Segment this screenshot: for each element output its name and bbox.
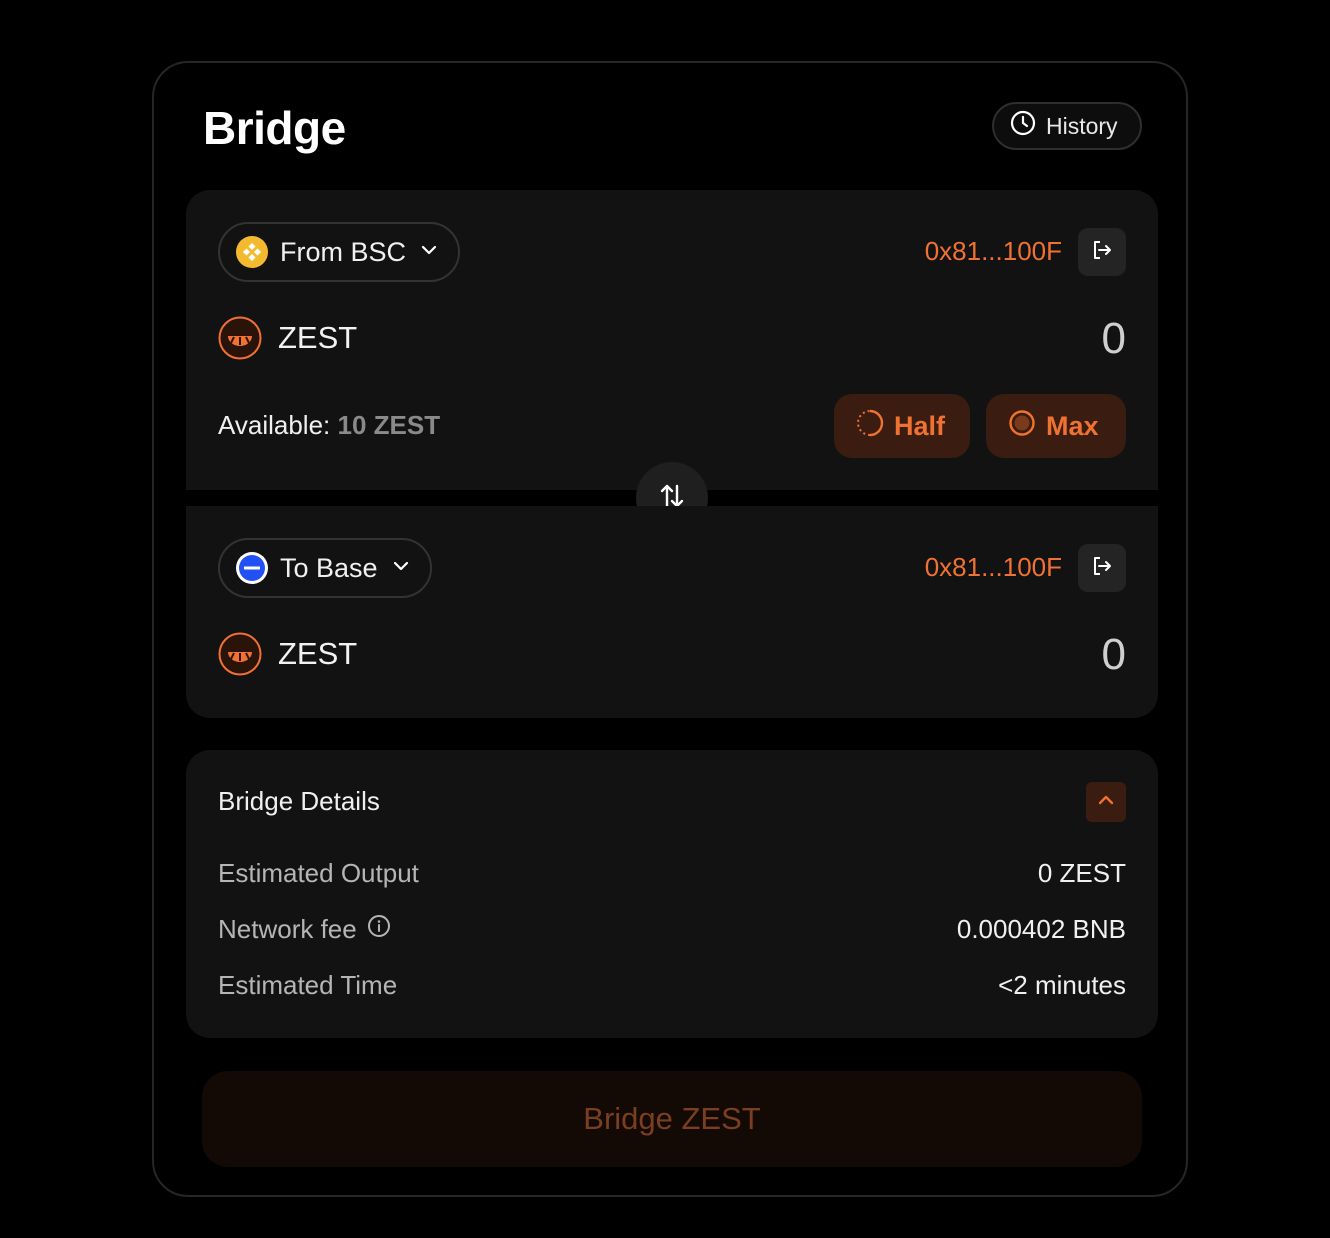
exit-icon bbox=[1090, 554, 1114, 583]
zest-token-icon bbox=[218, 632, 262, 676]
history-button[interactable]: History bbox=[992, 102, 1142, 150]
detail-value: 0.000402 BNB bbox=[956, 914, 1126, 944]
half-button[interactable]: Half bbox=[834, 394, 970, 458]
from-panel: From BSC 0x81...100F ZEST 0 Available: 1… bbox=[186, 190, 1158, 490]
available-value: 10 ZEST bbox=[337, 410, 441, 440]
detail-value: 0 ZEST bbox=[1037, 858, 1126, 888]
from-chain-label: From BSC bbox=[280, 236, 407, 267]
chevron-down-icon bbox=[390, 553, 412, 584]
from-wallet-address[interactable]: 0x81...100F bbox=[925, 236, 1062, 267]
info-icon[interactable] bbox=[367, 914, 391, 945]
detail-label: Estimated Output bbox=[218, 858, 419, 888]
detail-row-output: Estimated Output 0 ZEST bbox=[218, 858, 1126, 889]
max-label: Max bbox=[1046, 410, 1099, 441]
clock-icon bbox=[1010, 110, 1036, 142]
half-circle-icon bbox=[856, 409, 884, 444]
available-balance: Available: 10 ZEST bbox=[218, 410, 440, 441]
details-collapse-button[interactable] bbox=[1086, 782, 1126, 822]
history-label: History bbox=[1046, 112, 1118, 139]
max-button[interactable]: Max bbox=[986, 394, 1126, 458]
chevron-down-icon bbox=[418, 237, 440, 268]
zest-token-icon bbox=[218, 316, 262, 360]
from-chain-select[interactable]: From BSC bbox=[218, 222, 461, 282]
to-panel: To Base 0x81...100F ZEST 0 bbox=[186, 506, 1158, 718]
to-token-label: ZEST bbox=[278, 636, 358, 671]
half-label: Half bbox=[894, 410, 946, 441]
chevron-up-icon bbox=[1095, 789, 1117, 816]
detail-label-wrap: Network fee bbox=[218, 914, 391, 945]
to-chain-select[interactable]: To Base bbox=[218, 538, 432, 598]
from-token-label: ZEST bbox=[278, 320, 358, 355]
detail-row-fee: Network fee 0.000402 BNB bbox=[218, 914, 1126, 945]
detail-row-time: Estimated Time <2 minutes bbox=[218, 970, 1126, 1001]
bridge-card: Bridge History From BSC 0x81...100F ZEST… bbox=[152, 61, 1188, 1197]
to-chain-label: To Base bbox=[280, 552, 378, 583]
base-chain-icon bbox=[236, 552, 268, 584]
detail-label: Estimated Time bbox=[218, 970, 398, 1000]
max-circle-icon bbox=[1008, 409, 1036, 444]
to-wallet-address[interactable]: 0x81...100F bbox=[925, 552, 1062, 583]
bsc-chain-icon bbox=[236, 236, 268, 268]
details-title: Bridge Details bbox=[218, 786, 380, 816]
from-token-select[interactable]: ZEST bbox=[218, 316, 357, 360]
available-label: Available: bbox=[218, 410, 331, 440]
detail-label: Network fee bbox=[218, 914, 357, 944]
bridge-submit-button[interactable]: Bridge ZEST bbox=[202, 1071, 1142, 1167]
to-token-select[interactable]: ZEST bbox=[218, 632, 357, 676]
to-disconnect-button[interactable] bbox=[1078, 544, 1126, 592]
to-amount-output: 0 bbox=[1101, 630, 1126, 679]
page-title: Bridge bbox=[203, 102, 346, 154]
exit-icon bbox=[1090, 238, 1114, 267]
detail-value: <2 minutes bbox=[998, 970, 1126, 1000]
from-amount-input[interactable]: 0 bbox=[1102, 314, 1126, 364]
bridge-details-panel: Bridge Details Estimated Output 0 ZEST N… bbox=[186, 750, 1158, 1038]
from-disconnect-button[interactable] bbox=[1078, 228, 1126, 276]
